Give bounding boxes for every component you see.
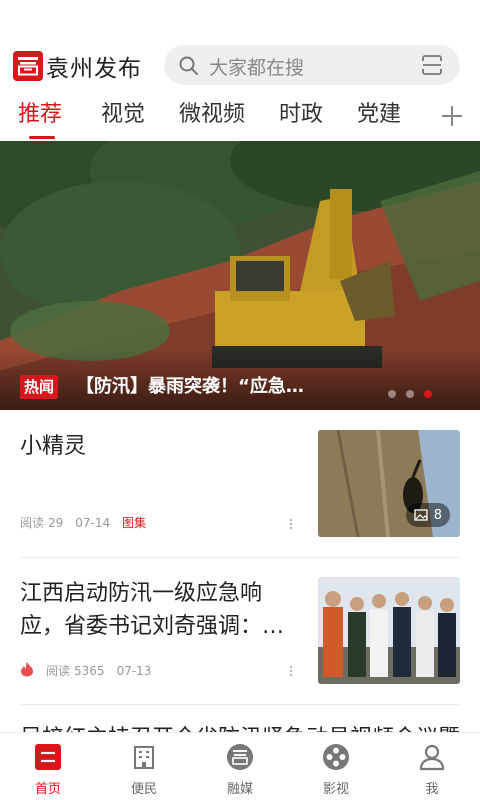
image-count-badge: 8 bbox=[405, 503, 450, 527]
carousel-dot-active[interactable] bbox=[424, 390, 432, 398]
gallery-tag: 图集 bbox=[122, 516, 147, 530]
app-name: 袁州发布 bbox=[46, 56, 142, 82]
user-icon bbox=[418, 743, 446, 771]
hot-badge: 热闻 bbox=[20, 375, 59, 399]
news-thumbnail bbox=[318, 577, 460, 684]
news-meta: 阅读 5365 07-13 bbox=[20, 661, 163, 680]
tab-politics[interactable]: 时政 bbox=[279, 96, 323, 128]
picture-icon bbox=[414, 509, 428, 521]
scan-icon[interactable] bbox=[420, 53, 444, 81]
top-bar: 袁州发布 大家都在搜 bbox=[0, 44, 480, 88]
nav-media[interactable]: 融媒 bbox=[192, 733, 288, 800]
news-title: 江西启动防汛一级应急响应，省委书记刘奇强调：… bbox=[20, 581, 285, 639]
banner-carousel[interactable]: 热闻 【防汛】暴雨突袭！“应急… bbox=[0, 141, 480, 410]
category-tabs: 推荐 视觉 微视频 时政 党建 bbox=[0, 96, 480, 140]
divider bbox=[20, 704, 460, 705]
news-item[interactable]: 小精灵 阅读 29 07-14 图集 8 bbox=[20, 430, 460, 578]
more-options-icon[interactable] bbox=[288, 516, 294, 535]
nav-label: 首页 bbox=[34, 782, 61, 797]
nav-label: 我 bbox=[425, 782, 439, 797]
news-title: 小精灵 bbox=[20, 434, 87, 459]
tab-visual[interactable]: 视觉 bbox=[101, 96, 145, 128]
search-icon bbox=[178, 55, 200, 81]
film-reel-icon bbox=[322, 743, 350, 771]
search-bar[interactable]: 大家都在搜 bbox=[164, 45, 460, 85]
officials-image bbox=[318, 577, 460, 684]
carousel-dot[interactable] bbox=[388, 390, 396, 398]
read-label: 阅读 bbox=[46, 664, 71, 678]
tab-micro-video[interactable]: 微视频 bbox=[179, 96, 245, 128]
building-icon bbox=[130, 743, 158, 771]
nav-home[interactable]: 首页 bbox=[0, 733, 96, 800]
carousel-indicator bbox=[388, 390, 432, 398]
more-options-icon[interactable] bbox=[288, 663, 294, 682]
nav-me[interactable]: 我 bbox=[384, 733, 480, 800]
add-channel-icon[interactable] bbox=[440, 104, 464, 132]
carousel-dot[interactable] bbox=[406, 390, 414, 398]
publish-date: 07-13 bbox=[116, 663, 152, 678]
home-icon bbox=[34, 743, 62, 771]
nav-film[interactable]: 影视 bbox=[288, 733, 384, 800]
hot-fire-icon bbox=[20, 661, 34, 680]
nav-label: 影视 bbox=[322, 782, 349, 797]
nav-services[interactable]: 便民 bbox=[96, 733, 192, 800]
banner-title[interactable]: 【防汛】暴雨突袭！“应急… bbox=[76, 375, 304, 399]
logo-badge-icon bbox=[13, 51, 43, 81]
active-tab-indicator bbox=[29, 136, 55, 139]
tab-recommend[interactable]: 推荐 bbox=[18, 96, 62, 128]
media-icon bbox=[226, 743, 254, 771]
image-count: 8 bbox=[433, 507, 442, 523]
tab-party-building[interactable]: 党建 bbox=[357, 96, 401, 128]
publish-date: 07-14 bbox=[75, 515, 111, 530]
divider bbox=[20, 557, 460, 558]
app-screen: 袁州发布 大家都在搜 推荐 视觉 微视频 时政 党建 热闻 【防汛】暴雨突袭！“… bbox=[0, 0, 480, 800]
read-label: 阅读 bbox=[20, 516, 45, 530]
read-count: 29 bbox=[48, 515, 64, 530]
search-placeholder: 大家都在搜 bbox=[209, 57, 305, 79]
nav-label: 融媒 bbox=[226, 782, 253, 797]
read-count: 5365 bbox=[74, 663, 105, 678]
news-meta: 阅读 29 07-14 图集 bbox=[20, 514, 158, 531]
app-logo[interactable]: 袁州发布 bbox=[13, 50, 142, 82]
bottom-nav: 首页 便民 融媒 影视 我 bbox=[0, 732, 480, 800]
news-item[interactable]: 江西启动防汛一级应急响应，省委书记刘奇强调：… 阅读 5365 07-13 bbox=[20, 577, 460, 725]
news-thumbnail: 8 bbox=[318, 430, 460, 537]
nav-label: 便民 bbox=[130, 782, 157, 797]
